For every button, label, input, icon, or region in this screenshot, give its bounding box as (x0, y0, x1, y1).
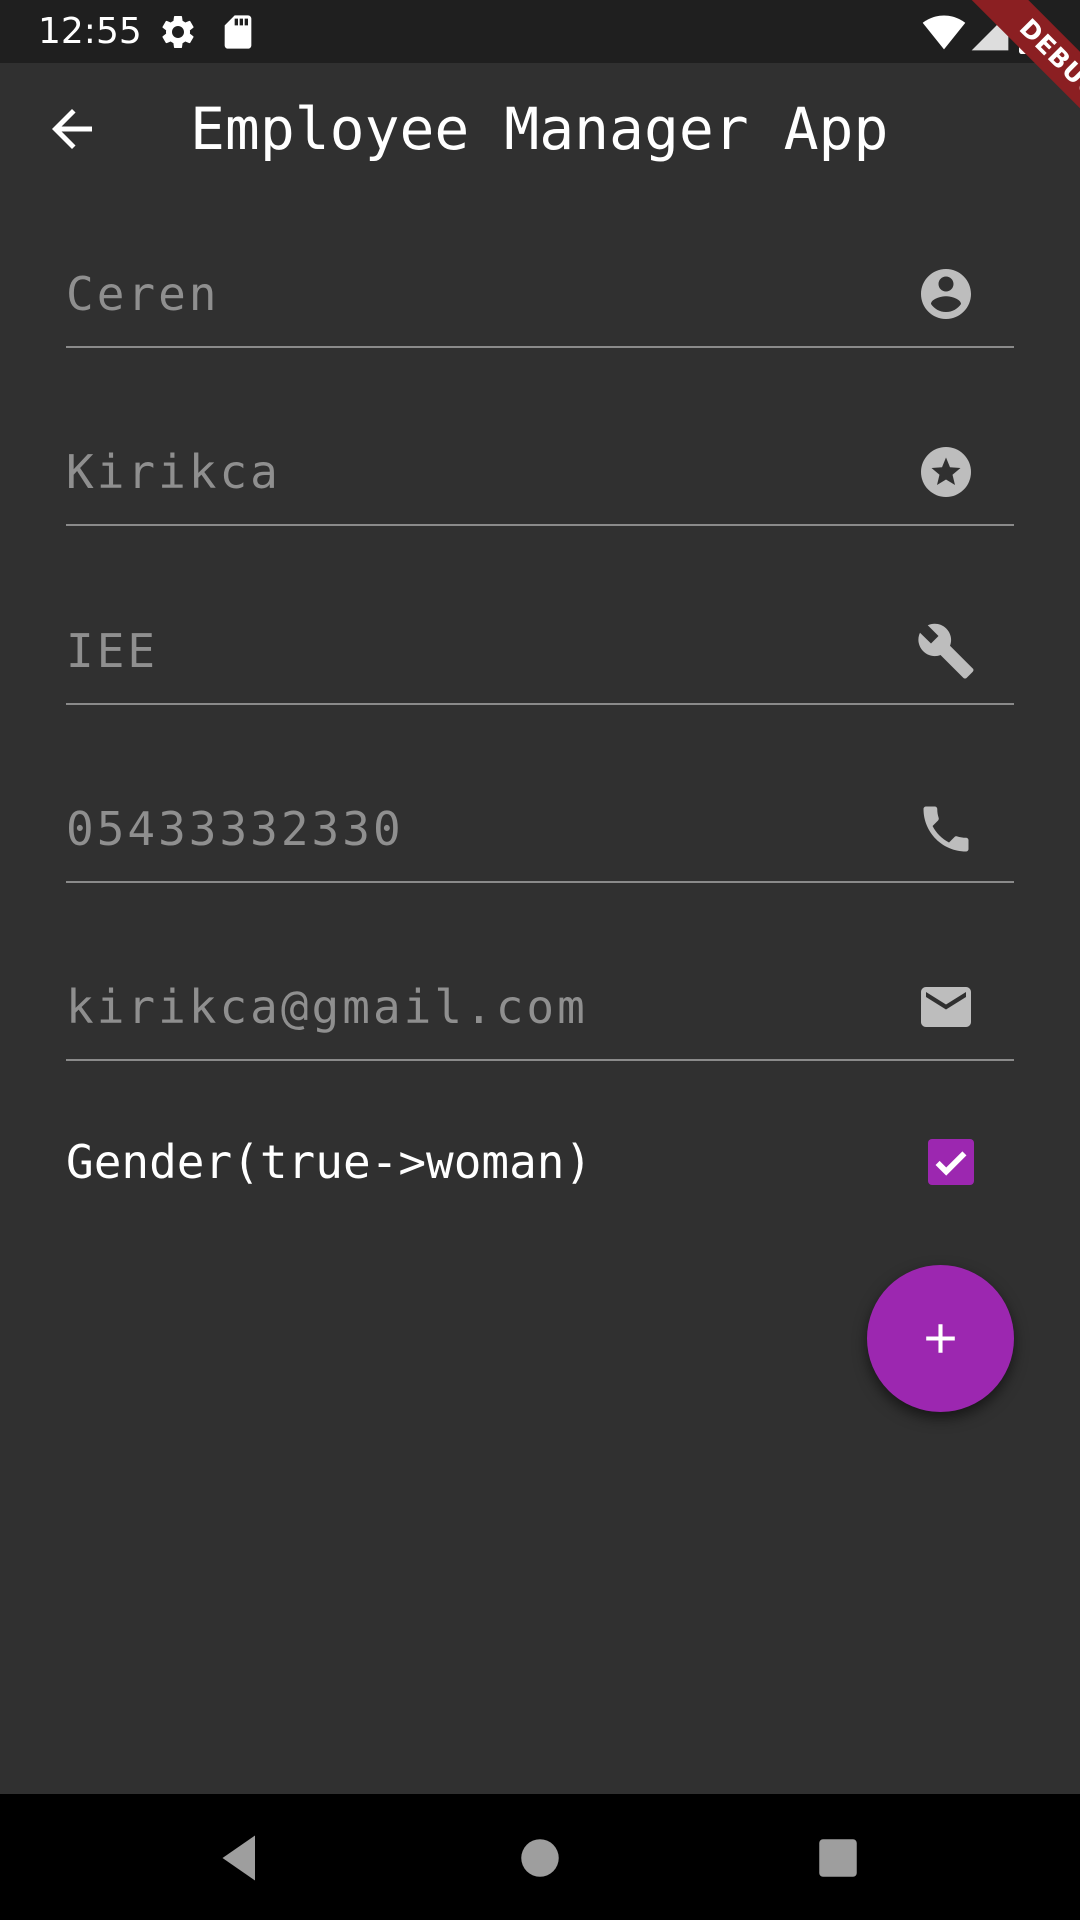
arrow-back-icon (52, 109, 92, 149)
account-circle-icon (921, 269, 971, 319)
cell-signal-icon (971, 13, 1009, 51)
first-name-value: Ceren (66, 267, 220, 321)
settings-icon (162, 16, 194, 48)
back-button[interactable] (32, 93, 112, 165)
wrench-icon (918, 623, 974, 679)
phone-value: 05433332330 (66, 802, 404, 856)
add-employee-button[interactable] (867, 1265, 1014, 1412)
back-nav-icon[interactable] (210, 1828, 270, 1888)
last-name-value: Kirikca (66, 445, 281, 499)
last-name-field[interactable]: Kirikca (66, 424, 1014, 526)
wifi-icon (922, 15, 966, 50)
email-value: kirikca@gmail.com (66, 980, 588, 1034)
email-field[interactable]: kirikca@gmail.com (66, 959, 1014, 1061)
department-value: IEE (66, 624, 159, 678)
mail-icon (921, 987, 971, 1027)
home-nav-icon[interactable] (510, 1828, 570, 1888)
recents-nav-icon[interactable] (808, 1828, 868, 1888)
status-bar: 12:55 (0, 0, 1080, 63)
system-nav-bar (0, 1794, 1080, 1920)
gender-label: Gender(true->woman) (66, 1135, 593, 1189)
page-title: Employee Manager App (190, 95, 889, 163)
app-bar: Employee Manager App (0, 63, 1080, 195)
star-badge-icon (921, 447, 971, 497)
department-field[interactable]: IEE (66, 603, 1014, 705)
gender-row: Gender(true->woman) (66, 1130, 1014, 1200)
status-time: 12:55 (38, 11, 142, 52)
phone-icon (923, 806, 969, 852)
first-name-field[interactable]: Ceren (66, 246, 1014, 348)
gender-checkbox[interactable] (928, 1139, 974, 1185)
sd-card-icon (224, 15, 252, 49)
check-icon (935, 1151, 967, 1176)
add-icon (926, 1324, 955, 1353)
battery-icon (1019, 10, 1041, 54)
phone-field[interactable]: 05433332330 (66, 781, 1014, 883)
